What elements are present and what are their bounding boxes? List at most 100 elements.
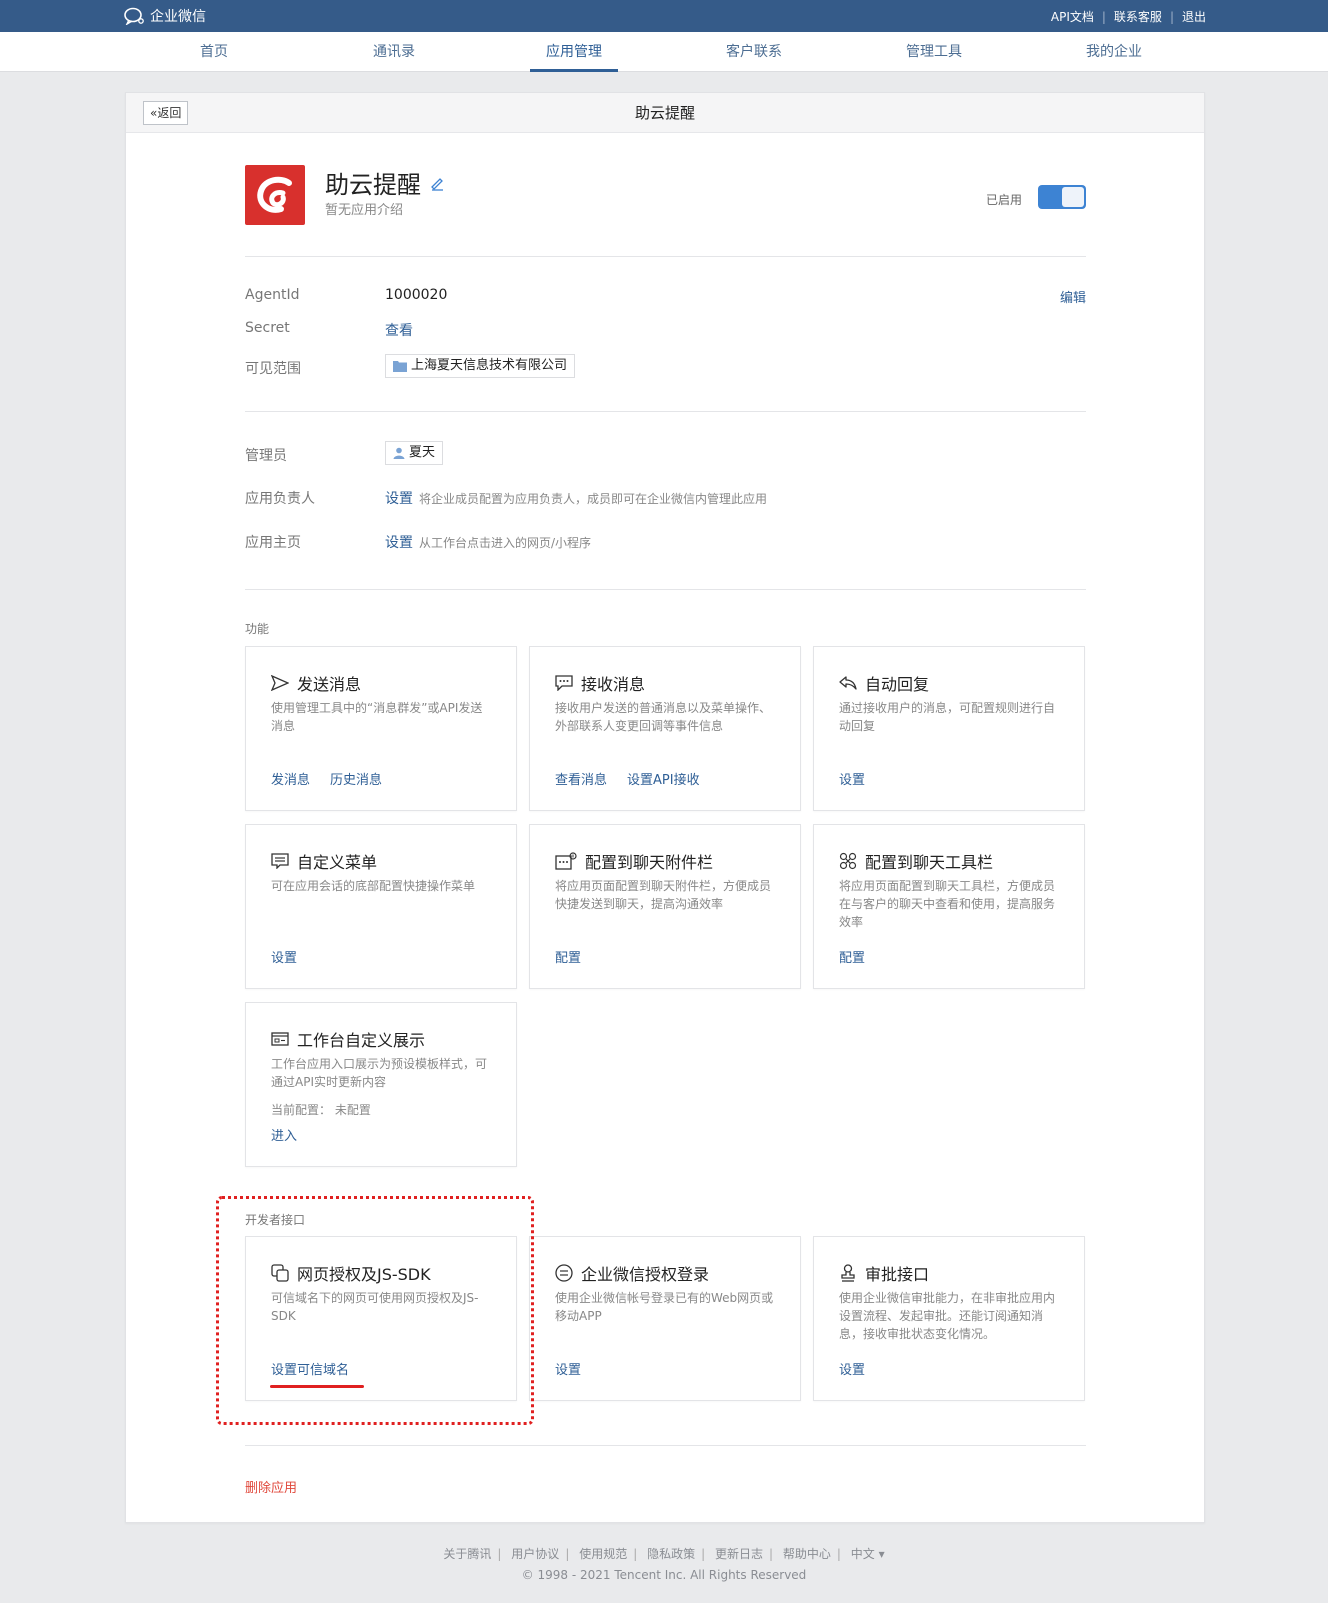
highlight-underline bbox=[270, 1385, 364, 1388]
attachment-bar-config-link[interactable]: 配置 bbox=[555, 947, 581, 966]
contact-support-link[interactable]: 联系客服 bbox=[1114, 8, 1162, 25]
delete-app-link[interactable]: 删除应用 bbox=[245, 1477, 297, 1496]
admin-label: 管理员 bbox=[245, 448, 287, 464]
attachment-bar-icon bbox=[555, 852, 577, 870]
feature-card-custom-menu: 自定义菜单 可在应用会话的底部配置快捷操作菜单 设置 bbox=[245, 824, 517, 989]
send-message-link[interactable]: 发消息 bbox=[271, 769, 310, 788]
homepage-set-link[interactable]: 设置 bbox=[385, 532, 413, 552]
feature-card-chat-attachment-bar: 配置到聊天附件栏 将应用页面配置到聊天附件栏，方便成员快捷发送到聊天，提高沟通效… bbox=[529, 824, 801, 989]
homepage-hint: 从工作台点击进入的网页/小程序 bbox=[419, 535, 592, 550]
approval-settings-link[interactable]: 设置 bbox=[839, 1359, 865, 1378]
api-docs-link[interactable]: API文档 bbox=[1051, 8, 1094, 25]
footer-links: 关于腾讯 | 用户协议 | 使用规范 | 隐私政策 | 更新日志 | 帮助中心 | 中文 ▾ bbox=[0, 1545, 1328, 1562]
footer-link-help[interactable]: 帮助中心 bbox=[783, 1547, 831, 1561]
dev-card-title: 审批接口 bbox=[865, 1265, 930, 1284]
nav-my-company[interactable]: 我的企业 bbox=[1070, 32, 1158, 72]
divider bbox=[245, 256, 1086, 257]
view-messages-link[interactable]: 查看消息 bbox=[555, 769, 607, 788]
feature-desc: 将应用页面配置到聊天附件栏，方便成员快捷发送到聊天，提高沟通效率 bbox=[555, 879, 772, 911]
auto-reply-settings-link[interactable]: 设置 bbox=[839, 769, 865, 788]
feature-title: 工作台自定义展示 bbox=[297, 1031, 426, 1050]
admin-tag[interactable]: 夏天 bbox=[385, 441, 444, 465]
divider bbox=[245, 1445, 1086, 1446]
agentid-label: AgentId bbox=[245, 287, 300, 303]
feature-title: 配置到聊天附件栏 bbox=[585, 853, 714, 872]
brand-name: 企业微信 bbox=[150, 9, 206, 25]
nav-contacts[interactable]: 通讯录 bbox=[357, 32, 431, 72]
workbench-icon bbox=[271, 1032, 289, 1046]
set-api-receive-link[interactable]: 设置API接收 bbox=[627, 769, 700, 788]
footer-link-about[interactable]: 关于腾讯 bbox=[443, 1547, 491, 1561]
feature-card-workbench-display: 工作台自定义展示 工作台应用入口展示为预设模板样式，可通过API实时更新内容 当… bbox=[245, 1002, 517, 1167]
back-label: 返回 bbox=[157, 106, 182, 120]
wecom-login-settings-link[interactable]: 设置 bbox=[555, 1359, 581, 1378]
nav-customer-contact[interactable]: 客户联系 bbox=[710, 32, 798, 72]
language-selector[interactable]: 中文 ▾ bbox=[851, 1547, 885, 1561]
back-button[interactable]: «返回 bbox=[143, 101, 189, 125]
toggle-knob bbox=[1062, 187, 1084, 207]
app-description: 暂无应用介绍 bbox=[325, 203, 404, 218]
enable-toggle[interactable] bbox=[1038, 185, 1086, 209]
chat-toolbar-config-link[interactable]: 配置 bbox=[839, 947, 865, 966]
dev-card-wecom-login: 企业微信授权登录 使用企业微信帐号登录已有的Web网页或移动APP 设置 bbox=[529, 1236, 801, 1401]
divider: | bbox=[836, 1547, 841, 1561]
agentid-value: 1000020 bbox=[385, 287, 448, 303]
divider: | bbox=[565, 1547, 570, 1561]
features-section-title: 功能 bbox=[245, 622, 270, 636]
dev-card-title: 网页授权及JS-SDK bbox=[297, 1265, 431, 1284]
workbench-enter-link[interactable]: 进入 bbox=[271, 1125, 297, 1144]
app-logo-icon bbox=[257, 176, 292, 213]
feature-desc: 使用管理工具中的“消息群发”或API发送消息 bbox=[271, 701, 483, 733]
top-links: API文档 | 联系客服 | 退出 bbox=[1051, 8, 1206, 25]
menu-icon bbox=[271, 853, 289, 869]
send-icon bbox=[271, 675, 289, 691]
dev-card-title: 企业微信授权登录 bbox=[581, 1265, 710, 1284]
scope-value: 上海夏天信息技术有限公司 bbox=[411, 358, 568, 373]
feature-title: 发送消息 bbox=[297, 675, 362, 694]
divider: | bbox=[701, 1547, 706, 1561]
app-name-text: 助云提醒 bbox=[325, 171, 421, 199]
dev-card-desc: 使用企业微信帐号登录已有的Web网页或移动APP bbox=[555, 1291, 774, 1323]
scope-tag[interactable]: 上海夏天信息技术有限公司 bbox=[385, 354, 576, 378]
secret-view-link[interactable]: 查看 bbox=[385, 320, 413, 340]
edit-pencil-icon[interactable] bbox=[429, 175, 445, 191]
footer-link-user-agreement[interactable]: 用户协议 bbox=[511, 1547, 559, 1561]
footer-link-usage-rules[interactable]: 使用规范 bbox=[579, 1547, 627, 1561]
feature-title: 自动回复 bbox=[865, 675, 930, 694]
feature-desc: 工作台应用入口展示为预设模板样式，可通过API实时更新内容 bbox=[271, 1057, 488, 1089]
homepage-row: 设置 从工作台点击进入的网页/小程序 bbox=[385, 532, 591, 552]
app-detail-card: «返回 助云提醒 助云提醒 暂无应用介绍 已启用 AgentId 1000020 bbox=[125, 92, 1205, 1523]
edit-link[interactable]: 编辑 bbox=[1060, 287, 1086, 306]
feature-card-auto-reply: 自动回复 通过接收用户的消息，可配置规则进行自动回复 设置 bbox=[813, 646, 1085, 811]
nav-app-management[interactable]: 应用管理 bbox=[530, 32, 618, 72]
custom-menu-settings-link[interactable]: 设置 bbox=[271, 947, 297, 966]
workbench-current-config: 当前配置： 未配置 bbox=[271, 1103, 371, 1117]
feature-title: 配置到聊天工具栏 bbox=[865, 853, 994, 872]
divider: | bbox=[633, 1547, 638, 1561]
owner-hint: 将企业成员配置为应用负责人，成员即可在企业微信内管理此应用 bbox=[419, 491, 768, 506]
secret-label: Secret bbox=[245, 320, 290, 336]
toolbar-icon bbox=[839, 852, 857, 870]
feature-card-chat-toolbar: 配置到聊天工具栏 将应用页面配置到聊天工具栏，方便成员在与客户的聊天中查看和使用… bbox=[813, 824, 1085, 989]
logout-link[interactable]: 退出 bbox=[1182, 8, 1206, 25]
divider bbox=[245, 411, 1086, 412]
owner-set-link[interactable]: 设置 bbox=[385, 488, 413, 508]
feature-desc: 通过接收用户的消息，可配置规则进行自动回复 bbox=[839, 701, 1056, 733]
login-icon bbox=[555, 1264, 573, 1282]
footer-link-changelog[interactable]: 更新日志 bbox=[715, 1547, 763, 1561]
reply-icon bbox=[839, 676, 857, 690]
brand-logo[interactable]: 企业微信 bbox=[124, 6, 206, 26]
nav-home[interactable]: 首页 bbox=[184, 32, 244, 72]
history-message-link[interactable]: 历史消息 bbox=[330, 769, 382, 788]
app-name: 助云提醒 bbox=[325, 165, 445, 200]
dev-card-desc: 可信域名下的网页可使用网页授权及JS-SDK bbox=[271, 1291, 479, 1323]
stamp-icon bbox=[841, 1264, 855, 1282]
nav-management-tools[interactable]: 管理工具 bbox=[890, 32, 978, 72]
set-trusted-domain-link[interactable]: 设置可信域名 bbox=[271, 1359, 349, 1378]
footer-link-privacy[interactable]: 隐私政策 bbox=[647, 1547, 695, 1561]
divider: | bbox=[497, 1547, 502, 1561]
feature-title: 接收消息 bbox=[581, 675, 646, 694]
divider: | bbox=[1169, 9, 1174, 24]
homepage-label: 应用主页 bbox=[245, 535, 301, 551]
folder-icon bbox=[393, 361, 407, 372]
